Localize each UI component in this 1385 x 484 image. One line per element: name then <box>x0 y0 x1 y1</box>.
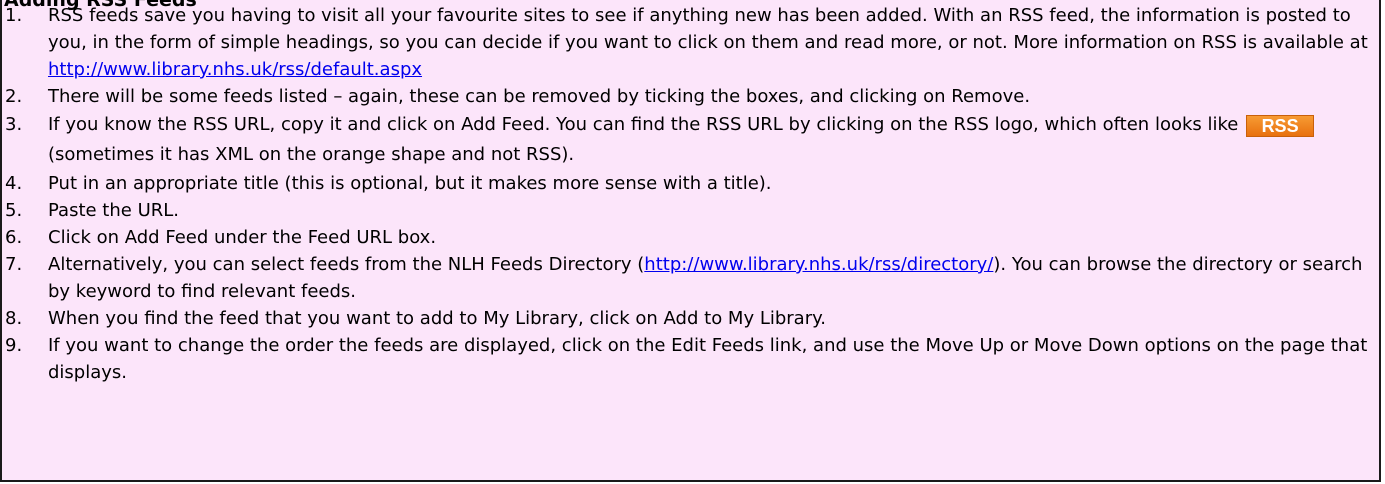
list-item: 6. Click on Add Feed under the Feed URL … <box>2 224 1372 251</box>
step-text: Click on Add Feed under the Feed URL box… <box>48 227 437 248</box>
list-item: 2. There will be some feeds listed – aga… <box>2 83 1372 110</box>
step-number: 7. <box>5 254 23 275</box>
list-item: 4. Put in an appropriate title (this is … <box>2 170 1372 197</box>
step-text: If you want to change the order the feed… <box>48 335 1368 383</box>
step-text-part: If you know the RSS URL, copy it and cli… <box>48 114 1245 135</box>
step-text: Put in an appropriate title (this is opt… <box>48 173 772 194</box>
step-number: 4. <box>5 173 23 194</box>
step-text-part: (sometimes it has XML on the orange shap… <box>48 144 575 165</box>
list-item: 8. When you find the feed that you want … <box>2 305 1372 332</box>
list-item: 7. Alternatively, you can select feeds f… <box>2 251 1372 305</box>
instructions-panel: Adding RSS Feeds 1. RSS feeds save you h… <box>0 0 1381 482</box>
step-text-part: RSS feeds save you having to visit all y… <box>48 5 1368 53</box>
list-item: 9. If you want to change the order the f… <box>2 332 1372 386</box>
step-number: 3. <box>5 114 23 135</box>
rss-logo-icon: RSS <box>1246 115 1315 137</box>
step-text: There will be some feeds listed – again,… <box>48 86 1031 107</box>
step-number: 6. <box>5 227 23 248</box>
step-text: RSS feeds save you having to visit all y… <box>48 5 1368 80</box>
list-item: 1. RSS feeds save you having to visit al… <box>2 2 1372 83</box>
step-number: 9. <box>5 335 23 356</box>
list-item: 5. Paste the URL. <box>2 197 1372 224</box>
step-number: 1. <box>5 5 23 26</box>
step-text: Paste the URL. <box>48 200 180 221</box>
step-text: Alternatively, you can select feeds from… <box>48 254 1362 302</box>
feeds-directory-link[interactable]: http://www.library.nhs.uk/rss/directory/ <box>644 254 993 275</box>
step-number: 8. <box>5 308 23 329</box>
steps-list: 1. RSS feeds save you having to visit al… <box>2 2 1372 386</box>
list-item: 3. If you know the RSS URL, copy it and … <box>2 110 1372 170</box>
rss-info-link[interactable]: http://www.library.nhs.uk/rss/default.as… <box>48 59 422 80</box>
step-text-part: Alternatively, you can select feeds from… <box>48 254 645 275</box>
step-text: If you know the RSS URL, copy it and cli… <box>48 114 1316 165</box>
step-number: 2. <box>5 86 23 107</box>
step-number: 5. <box>5 200 23 221</box>
step-text: When you find the feed that you want to … <box>48 308 826 329</box>
